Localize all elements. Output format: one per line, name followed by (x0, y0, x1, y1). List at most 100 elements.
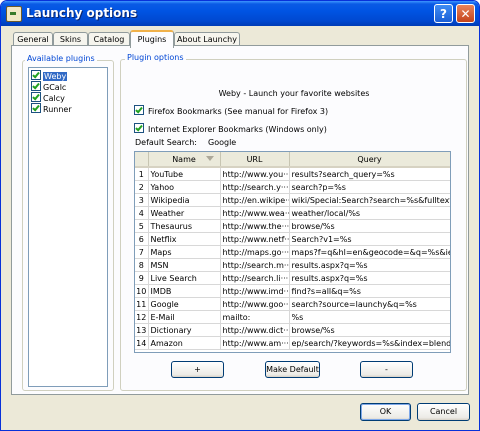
firefox-bookmarks-label: Firefox Bookmarks (See manual for Firefo… (148, 107, 329, 116)
cell-name[interactable]: YouTube (148, 167, 221, 181)
table-row[interactable]: 3 Wikipedia http://en.wikipe··· wiki/Specia… (135, 193, 450, 207)
cell-url[interactable]: http://www.am··· (220, 336, 290, 350)
close-button[interactable]: ✕ (456, 4, 475, 23)
remove-row-button[interactable]: - (360, 361, 413, 378)
cell-query[interactable]: browse/%s (289, 219, 450, 233)
cell-query[interactable]: find?s=all&q=%s (289, 284, 450, 298)
column-header-name-label: Name (172, 154, 196, 164)
cancel-button[interactable]: Cancel (417, 403, 470, 421)
plugin-label: Calcy (43, 94, 65, 103)
cell-url[interactable]: http://search.m··· (220, 258, 290, 272)
sites-table[interactable]: Name URL Query 1 YouTube http://www.you···… (134, 151, 451, 353)
plugin-label: GCalc (43, 83, 67, 92)
window-title: Launchy options (26, 6, 138, 20)
ie-bookmarks-option[interactable]: Internet Explorer Bookmarks (Windows onl… (134, 123, 327, 135)
default-search-value: Google (208, 138, 237, 147)
column-header-index[interactable] (135, 152, 149, 168)
tab-general[interactable]: General (13, 32, 53, 46)
cell-name[interactable]: Google (148, 297, 221, 311)
title-bar[interactable]: Launchy options ? ✕ (1, 1, 479, 26)
column-header-name[interactable]: Name (148, 152, 221, 168)
cell-query[interactable]: search?p=%s (289, 180, 450, 194)
cell-url[interactable]: http://en.wikipe··· (220, 193, 290, 207)
cell-name[interactable]: Wikipedia (148, 193, 221, 207)
cell-name[interactable]: MSN (148, 258, 221, 272)
tab-skins[interactable]: Skins (53, 32, 88, 46)
cell-url[interactable]: http://www.imd··· (220, 284, 290, 298)
make-default-button[interactable]: Make Default (265, 361, 320, 378)
table-row[interactable]: 12 E-Mail mailto: %s (135, 310, 450, 324)
tab-about-launchy[interactable]: About Launchy (174, 32, 240, 46)
cell-name[interactable]: E-Mail (148, 310, 221, 324)
column-header-url[interactable]: URL (220, 152, 290, 168)
cell-name[interactable]: Maps (148, 245, 221, 259)
available-plugins-legend: Available plugins (25, 54, 97, 63)
table-row[interactable]: 11 Google http://www.goo··· search?source=l… (135, 297, 450, 311)
help-button[interactable]: ? (434, 4, 453, 23)
cell-url[interactable]: http://search.li··· (220, 271, 290, 285)
cell-query[interactable]: results.aspx?q=%s (289, 271, 450, 285)
cell-name[interactable]: Dictionary (148, 323, 221, 337)
cell-url[interactable]: http://www.netf··· (220, 232, 290, 246)
cell-query[interactable]: %s (289, 310, 450, 324)
plugin-checkbox-calcy[interactable] (31, 92, 41, 102)
cell-query[interactable]: Search?v1=%s (289, 232, 450, 246)
row-index: 13 (135, 323, 149, 337)
cell-url[interactable]: http://www.goo··· (220, 297, 290, 311)
ie-bookmarks-checkbox[interactable] (134, 123, 144, 133)
launchy-app-icon (6, 6, 22, 22)
column-header-query[interactable]: Query (289, 152, 450, 168)
tab-plugins[interactable]: Plugins (130, 30, 174, 48)
plugin-options-legend: Plugin options (125, 53, 186, 62)
table-row[interactable]: 1 YouTube http://www.you··· results?search_… (135, 167, 450, 181)
plugin-list[interactable]: Weby GCalc Calcy Runner (28, 67, 108, 387)
cell-query[interactable]: results.aspx?q=%s (289, 258, 450, 272)
plugin-checkbox-runner[interactable] (31, 103, 41, 113)
cell-url[interactable]: http://www.you··· (220, 167, 290, 181)
cell-name[interactable]: Weather (148, 206, 221, 220)
cell-query[interactable]: search?source=launchy&q=%s (289, 297, 450, 311)
cell-name[interactable]: Amazon (148, 336, 221, 350)
table-row[interactable]: 4 Weather http://www.wea··· weather/local/%… (135, 206, 450, 220)
cell-query[interactable]: ep/search/?keywords=%s&index=blended (289, 336, 450, 350)
firefox-bookmarks-option[interactable]: Firefox Bookmarks (See manual for Firefo… (134, 105, 328, 117)
plugin-item-calcy[interactable]: Calcy (31, 92, 105, 103)
row-index: 11 (135, 297, 149, 311)
cell-url[interactable]: http://maps.go··· (220, 245, 290, 259)
default-search-label: Default Search: (135, 138, 197, 147)
table-row[interactable]: 10 IMDB http://www.imd··· find?s=all&q=%s (135, 284, 450, 298)
table-row[interactable]: 8 MSN http://search.m··· results.aspx?q=%s (135, 258, 450, 272)
cell-query[interactable]: results?search_query=%s (289, 167, 450, 181)
tab-catalog[interactable]: Catalog (88, 32, 130, 46)
add-row-button[interactable]: + (171, 361, 224, 378)
cell-query[interactable]: wiki/Special:Search?search=%s&fulltext=·… (289, 193, 450, 207)
cell-url[interactable]: http://www.wea··· (220, 206, 290, 220)
plugin-item-gcalc[interactable]: GCalc (31, 81, 105, 92)
plugin-item-runner[interactable]: Runner (31, 103, 105, 114)
plugin-checkbox-weby[interactable] (31, 70, 41, 80)
table-row[interactable]: 7 Maps http://maps.go··· maps?f=q&hl=en&geo… (135, 245, 450, 259)
cell-url[interactable]: http://search.y··· (220, 180, 290, 194)
table-row[interactable]: 13 Dictionary http://www.dict··· browse/%s (135, 323, 450, 337)
cell-query[interactable]: maps?f=q&hl=en&geocode=&q=%s&ie=UT··· (289, 245, 450, 259)
table-row[interactable]: 6 Netflix http://www.netf··· Search?v1=%s (135, 232, 450, 246)
row-index: 7 (135, 245, 149, 259)
table-row[interactable]: 14 Amazon http://www.am··· ep/search/?keywo… (135, 336, 450, 350)
plugin-checkbox-gcalc[interactable] (31, 81, 41, 91)
cell-name[interactable]: Thesaurus (148, 219, 221, 233)
cell-name[interactable]: IMDB (148, 284, 221, 298)
firefox-bookmarks-checkbox[interactable] (134, 105, 144, 115)
ok-button[interactable]: OK (360, 403, 411, 421)
cell-url[interactable]: http://www.the··· (220, 219, 290, 233)
table-row[interactable]: 2 Yahoo http://search.y··· search?p=%s (135, 180, 450, 194)
table-row[interactable]: 5 Thesaurus http://www.the··· browse/%s (135, 219, 450, 233)
cell-name[interactable]: Live Search (148, 271, 221, 285)
cell-query[interactable]: browse/%s (289, 323, 450, 337)
cell-name[interactable]: Yahoo (148, 180, 221, 194)
table-row[interactable]: 9 Live Search http://search.li··· results.a… (135, 271, 450, 285)
cell-url[interactable]: http://www.dict··· (220, 323, 290, 337)
cell-url[interactable]: mailto: (220, 310, 290, 324)
cell-query[interactable]: weather/local/%s (289, 206, 450, 220)
cell-name[interactable]: Netflix (148, 232, 221, 246)
plugin-item-weby[interactable]: Weby (31, 70, 105, 81)
